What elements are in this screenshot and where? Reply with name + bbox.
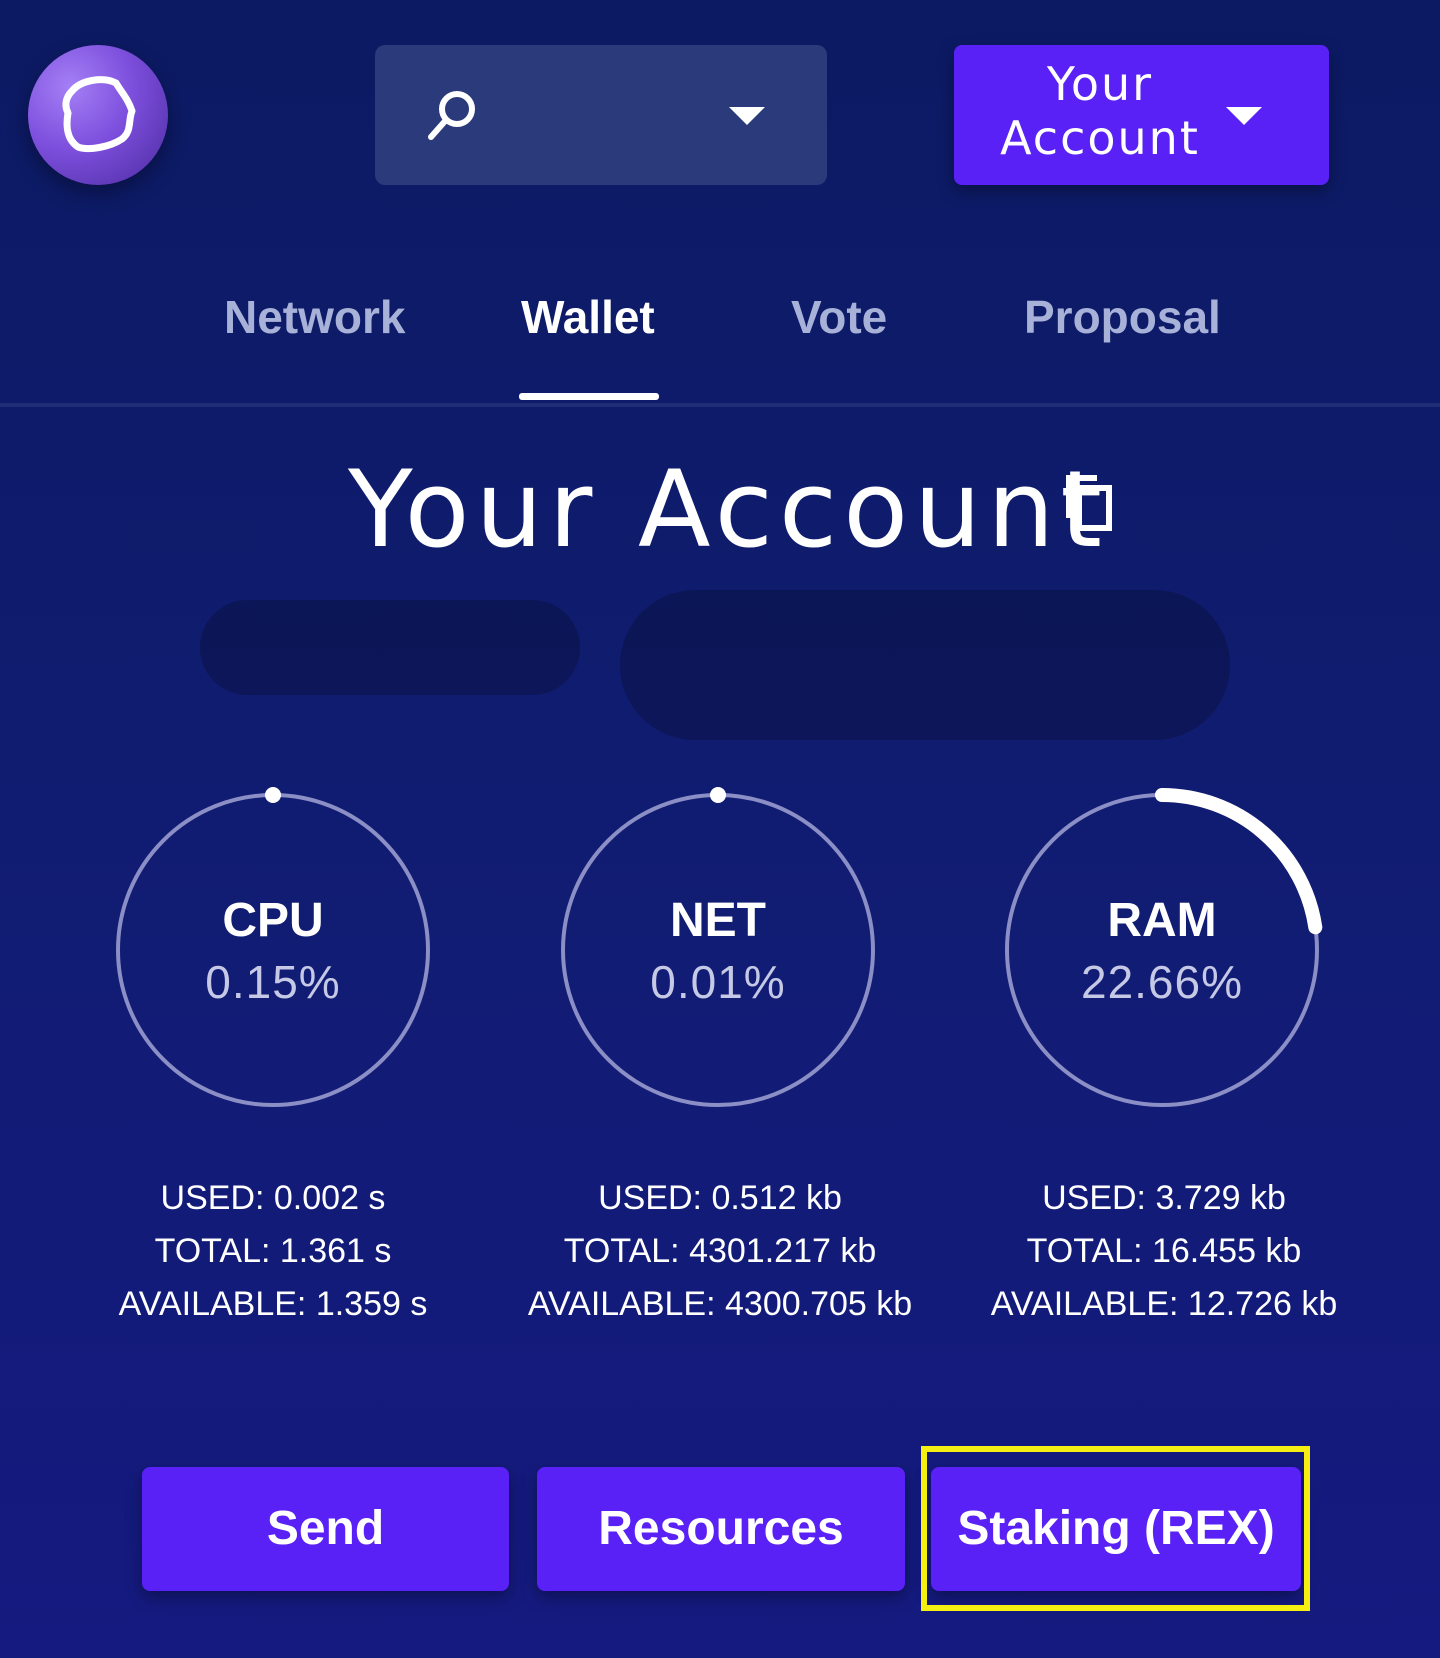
tab-wallet[interactable]: Wallet xyxy=(521,290,655,344)
cpu-stats: USED: 0.002 s TOTAL: 1.361 s AVAILABLE: … xyxy=(53,1172,493,1331)
gauge-progress-dot xyxy=(265,787,281,803)
resources-button[interactable]: Resources xyxy=(537,1467,905,1591)
stat-used: USED: 0.002 s xyxy=(160,1179,386,1217)
gauge-title: RAM xyxy=(1107,894,1217,947)
stat-total: TOTAL: 1.361 s xyxy=(154,1232,392,1270)
logo-icon xyxy=(62,76,136,153)
highlight-box xyxy=(921,1446,1310,1611)
main-tabs: Network Wallet Vote Proposal xyxy=(0,260,1440,410)
account-selector-button[interactable]: Your Account xyxy=(954,45,1329,185)
chevron-down-icon xyxy=(729,107,765,125)
tabs-divider xyxy=(0,403,1440,407)
gauge-percent: 22.66% xyxy=(1080,956,1243,1008)
gauge-track xyxy=(116,793,430,1107)
blurred-balance-placeholder xyxy=(200,600,580,695)
net-stats: USED: 0.512 kb TOTAL: 4301.217 kb AVAILA… xyxy=(500,1172,940,1331)
gauge-percent: 0.15% xyxy=(205,956,341,1008)
search-icon xyxy=(428,91,475,140)
chevron-down-icon xyxy=(1226,107,1262,125)
stat-used: USED: 3.729 kb xyxy=(1042,1179,1286,1217)
cpu-gauge-ring xyxy=(116,787,430,1107)
top-bar: Your Account xyxy=(0,0,1440,210)
app-logo[interactable] xyxy=(28,45,168,185)
stat-available: AVAILABLE: 12.726 kb xyxy=(990,1285,1338,1323)
ram-gauge-ring xyxy=(1005,788,1323,1107)
gauge-title: CPU xyxy=(222,894,324,947)
search-dropdown[interactable] xyxy=(375,45,827,185)
net-gauge: NET 0.01% xyxy=(548,780,888,1120)
active-tab-indicator xyxy=(519,393,659,400)
stat-available: AVAILABLE: 1.359 s xyxy=(118,1285,428,1323)
cpu-gauge: CPU 0.15% xyxy=(103,780,443,1120)
tab-network[interactable]: Network xyxy=(224,290,405,344)
ram-stats: USED: 3.729 kb TOTAL: 16.455 kb AVAILABL… xyxy=(944,1172,1384,1331)
gauge-percent: 0.01% xyxy=(650,956,786,1008)
ram-gauge: RAM 22.66% xyxy=(992,780,1332,1120)
send-button[interactable]: Send xyxy=(142,1467,509,1591)
stat-available: AVAILABLE: 4300.705 kb xyxy=(527,1285,913,1323)
gauge-track xyxy=(561,793,875,1107)
tab-vote[interactable]: Vote xyxy=(791,290,887,344)
stat-used: USED: 0.512 kb xyxy=(598,1179,842,1217)
stat-total: TOTAL: 4301.217 kb xyxy=(563,1232,877,1270)
blurred-balance-placeholder xyxy=(620,590,1230,740)
gauge-progress-dot xyxy=(710,787,726,803)
net-gauge-ring xyxy=(561,787,875,1107)
stat-total: TOTAL: 16.455 kb xyxy=(1026,1232,1302,1270)
tab-proposal[interactable]: Proposal xyxy=(1024,290,1221,344)
page-title: Your Account xyxy=(348,448,1108,571)
copy-icon[interactable] xyxy=(1063,474,1115,536)
account-selector-label: Your Account xyxy=(1000,57,1200,165)
gauge-title: NET xyxy=(670,894,766,947)
